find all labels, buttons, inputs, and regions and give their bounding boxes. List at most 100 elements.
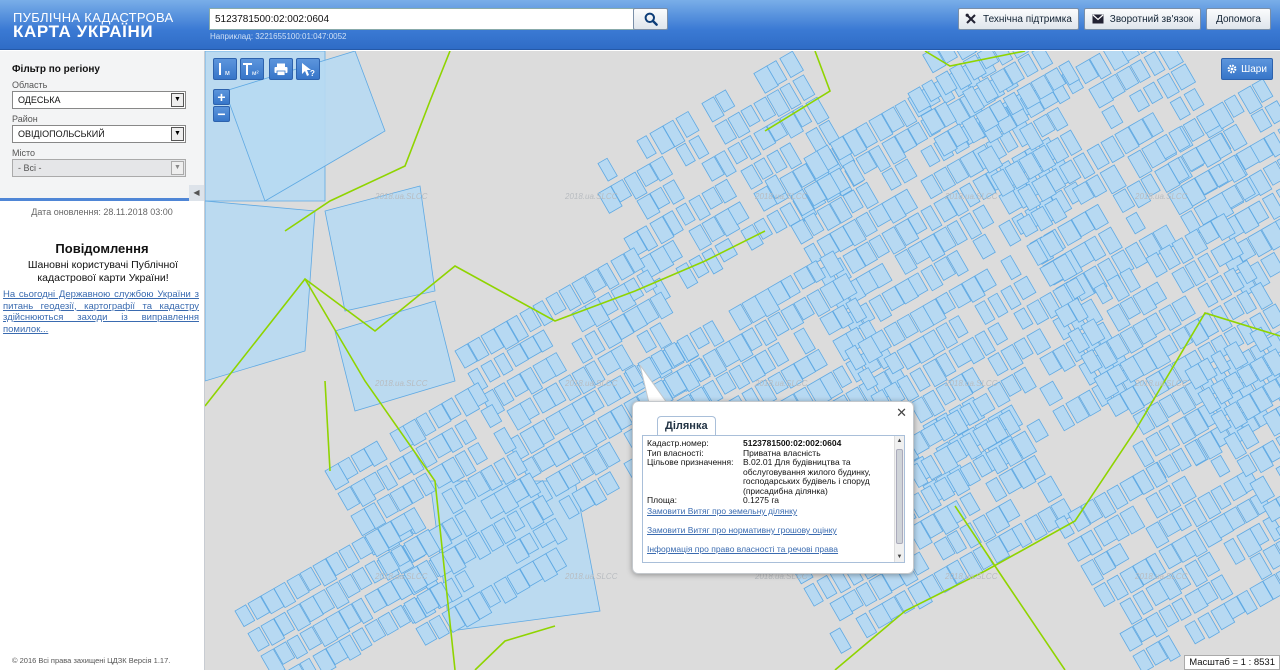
map-watermark: 2018.ua.SLCC (374, 379, 428, 388)
parcel (1183, 87, 1205, 112)
app: ПУБЛІЧНА КАДАСТРОВА КАРТА УКРАЇНИ Наприк… (0, 0, 1280, 670)
city-select[interactable]: - Всі - ▼ (12, 159, 186, 177)
region-select[interactable]: ОДЕСЬКА ▼ (12, 91, 186, 109)
filter-title: Фільтр по регіону (12, 64, 100, 75)
map-watermark: 2018.ua.SLCC (944, 572, 998, 581)
district-select-value: ОВІДІОПОЛЬСЬКИЙ (18, 129, 105, 139)
order-land-extract-link[interactable]: Замовити Витяг про земельну ділянку (647, 506, 797, 516)
parcel (1039, 380, 1064, 407)
map-watermark: 2018.ua.SLCC (944, 192, 998, 201)
plus-icon: + (217, 89, 226, 105)
svg-text:?: ? (310, 69, 315, 77)
map-watermark: 2018.ua.SLCC (374, 572, 428, 581)
chevron-left-icon: ◀ (193, 188, 200, 197)
cursor-question-icon: ? (302, 62, 315, 77)
order-valuation-extract-link[interactable]: Замовити Витяг про нормативну грошову оц… (647, 525, 837, 535)
printer-icon (274, 63, 288, 76)
close-icon[interactable]: ✕ (896, 406, 907, 420)
parcel (1125, 211, 1146, 235)
parcel (1275, 462, 1280, 486)
chevron-down-icon: ▼ (171, 93, 184, 107)
help-button[interactable]: Допомога (1206, 8, 1271, 30)
popup-pointer (639, 365, 669, 405)
layers-button[interactable]: Шари (1221, 58, 1273, 80)
notice-text: Шановні користувачі Публічної кадастрово… (27, 259, 179, 284)
parcel (987, 322, 1009, 346)
header: ПУБЛІЧНА КАДАСТРОВА КАРТА УКРАЇНИ Наприк… (0, 0, 1280, 50)
parcel (1037, 475, 1063, 504)
parcel-info-body: Кадастр.номер: 5123781500:02:002:0604 Ти… (642, 435, 905, 563)
identify-button[interactable]: ? (296, 58, 320, 80)
scroll-down-icon[interactable]: ▼ (895, 552, 904, 562)
layers-label: Шари (1241, 63, 1267, 75)
map-scale: Масштаб = 1 : 8531 (1184, 655, 1280, 670)
parcel (334, 300, 456, 412)
tech-support-label: Технічна підтримка (983, 13, 1072, 25)
scroll-up-icon[interactable]: ▲ (895, 436, 904, 446)
zoom-in-button[interactable]: + (213, 89, 230, 105)
attribute-row-area: Площа: 0.1275 га (647, 495, 891, 506)
city-label: Місто (12, 148, 36, 158)
logo-title-main[interactable]: КАРТА УКРАЇНИ (13, 22, 153, 42)
minus-icon: − (217, 106, 226, 122)
area-value: 0.1275 га (743, 495, 780, 505)
ownership-info-link[interactable]: Інформація про право власності та речові… (647, 544, 838, 554)
popup-scrollbar[interactable]: ▲ ▼ (894, 436, 904, 562)
svg-text:м²: м² (252, 70, 259, 77)
notice-title: Повідомлення (55, 241, 149, 256)
search-button[interactable] (633, 8, 668, 30)
region-filter-panel: Фільтр по регіону Область ОДЕСЬКА ▼ Райо… (0, 51, 204, 201)
boundary-line (324, 380, 331, 472)
zoom-out-button[interactable]: − (213, 106, 230, 122)
help-label: Допомога (1216, 13, 1261, 25)
cadastral-map-canvas[interactable]: 2018.ua.SLCC 2018.ua.SLCC 2018.ua.SLCC 2018… (205, 51, 1280, 670)
update-date: Дата оновлення: 28.11.2018 03:00 (31, 207, 173, 217)
parcel (597, 157, 618, 182)
search-example-hint: Наприклад: 3221655100:01:047:0052 (210, 32, 347, 41)
district-label: Район (12, 114, 38, 124)
svg-text:м: м (225, 70, 230, 77)
map-watermark: 2018.ua.SLCC (944, 379, 998, 388)
tab-parcel[interactable]: Ділянка (657, 416, 716, 436)
map-watermark: 2018.ua.SLCC (564, 192, 618, 201)
cadastral-search-input[interactable] (209, 8, 635, 30)
chevron-down-icon: ▼ (171, 161, 184, 175)
scroll-thumb[interactable] (896, 449, 903, 544)
tools-icon (965, 13, 976, 24)
parcel (1101, 104, 1124, 130)
map-watermark: 2018.ua.SLCC (754, 379, 808, 388)
chevron-down-icon: ▼ (171, 127, 184, 141)
measure-length-button[interactable]: м (213, 58, 237, 80)
print-button[interactable] (269, 58, 293, 80)
tech-support-button[interactable]: Технічна підтримка (958, 8, 1079, 30)
copyright: © 2016 Всі права захищені ЦДЗК Версія 1.… (12, 656, 171, 665)
attribute-row-purpose: Цільове призначення: В.02.01 Для будівни… (647, 457, 891, 496)
parcel (324, 185, 436, 312)
map-watermark: 2018.ua.SLCC (1134, 572, 1188, 581)
map-watermark: 2018.ua.SLCC (1134, 379, 1188, 388)
parcel (205, 200, 316, 382)
notice-link[interactable]: На сьогодні Державною службою України з … (3, 289, 199, 335)
parcel-attributes: Кадастр.номер: 5123781500:02:002:0604 Ти… (647, 438, 891, 506)
parcel (1210, 454, 1231, 478)
feedback-button[interactable]: Зворотний зв'язок (1084, 8, 1201, 30)
envelope-icon (1092, 14, 1104, 24)
collapse-sidebar-button[interactable]: ◀ (189, 185, 204, 201)
gear-icon (1227, 64, 1237, 74)
attribute-key: Площа: (647, 495, 677, 505)
parcel (793, 327, 816, 355)
ruler-length-icon: м (219, 63, 230, 77)
region-select-value: ОДЕСЬКА (18, 95, 61, 105)
map-watermark: 2018.ua.SLCC (1134, 192, 1188, 201)
parcel (829, 627, 852, 654)
parcel (1026, 418, 1049, 443)
feedback-label: Зворотний зв'язок (1109, 13, 1194, 25)
measure-area-button[interactable]: м² (240, 58, 264, 80)
ruler-area-icon: м² (243, 63, 259, 77)
map-view[interactable]: 2018.ua.SLCC 2018.ua.SLCC 2018.ua.SLCC 2018… (205, 51, 1280, 670)
sidebar: Фільтр по регіону Область ОДЕСЬКА ▼ Райо… (0, 51, 205, 670)
map-watermark: 2018.ua.SLCC (754, 192, 808, 201)
search-icon (644, 12, 658, 26)
district-select[interactable]: ОВІДІОПОЛЬСЬКИЙ ▼ (12, 125, 186, 143)
purpose-value: В.02.01 Для будівництва та обслуговуванн… (743, 457, 871, 496)
